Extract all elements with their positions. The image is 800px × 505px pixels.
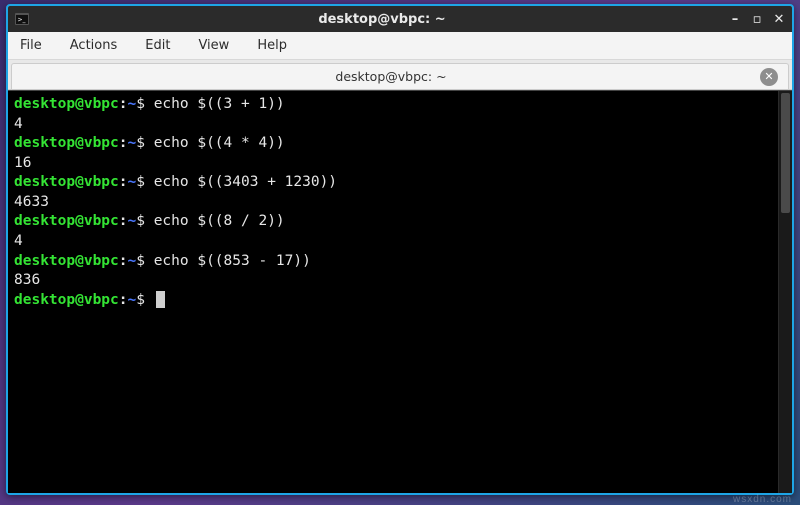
terminal-output-line: 16 xyxy=(14,154,772,174)
titlebar[interactable]: >_ desktop@vbpc: ~ – ▫ ✕ xyxy=(8,6,792,32)
terminal-window: >_ desktop@vbpc: ~ – ▫ ✕ File Actions Ed… xyxy=(6,4,794,495)
terminal-line: desktop@vbpc:~$ echo $((4 * 4)) xyxy=(14,134,772,154)
cursor xyxy=(156,291,165,308)
tab-label: desktop@vbpc: ~ xyxy=(22,69,760,84)
terminal-line: desktop@vbpc:~$ echo $((3403 + 1230)) xyxy=(14,173,772,193)
terminal-line: desktop@vbpc:~$ echo $((3 + 1)) xyxy=(14,95,772,115)
app-icon: >_ xyxy=(14,11,30,27)
terminal-output-line: 4 xyxy=(14,115,772,135)
minimize-button[interactable]: – xyxy=(728,12,742,26)
close-button[interactable]: ✕ xyxy=(772,12,786,26)
menu-view[interactable]: View xyxy=(194,36,233,55)
terminal-area: desktop@vbpc:~$ echo $((3 + 1))4desktop@… xyxy=(8,90,792,493)
tab-terminal-1[interactable]: desktop@vbpc: ~ ✕ xyxy=(11,63,789,89)
menu-actions[interactable]: Actions xyxy=(66,36,122,55)
watermark: wsxdn.com xyxy=(733,494,792,505)
tab-close-button[interactable]: ✕ xyxy=(760,68,778,86)
menu-edit[interactable]: Edit xyxy=(141,36,174,55)
scrollbar[interactable] xyxy=(778,91,792,493)
terminal-output-line: 4633 xyxy=(14,193,772,213)
window-controls: – ▫ ✕ xyxy=(728,12,786,26)
terminal-prompt-line[interactable]: desktop@vbpc:~$ xyxy=(14,291,772,311)
menubar: File Actions Edit View Help xyxy=(8,32,792,60)
terminal-line: desktop@vbpc:~$ echo $((853 - 17)) xyxy=(14,252,772,272)
terminal-output[interactable]: desktop@vbpc:~$ echo $((3 + 1))4desktop@… xyxy=(8,91,778,493)
menu-file[interactable]: File xyxy=(16,36,46,55)
terminal-line: desktop@vbpc:~$ echo $((8 / 2)) xyxy=(14,212,772,232)
maximize-button[interactable]: ▫ xyxy=(750,12,764,26)
window-title: desktop@vbpc: ~ xyxy=(36,12,728,27)
tabbar: desktop@vbpc: ~ ✕ xyxy=(8,60,792,90)
terminal-output-line: 4 xyxy=(14,232,772,252)
terminal-output-line: 836 xyxy=(14,271,772,291)
svg-text:>_: >_ xyxy=(18,17,26,24)
menu-help[interactable]: Help xyxy=(253,36,291,55)
scroll-thumb[interactable] xyxy=(781,93,790,213)
